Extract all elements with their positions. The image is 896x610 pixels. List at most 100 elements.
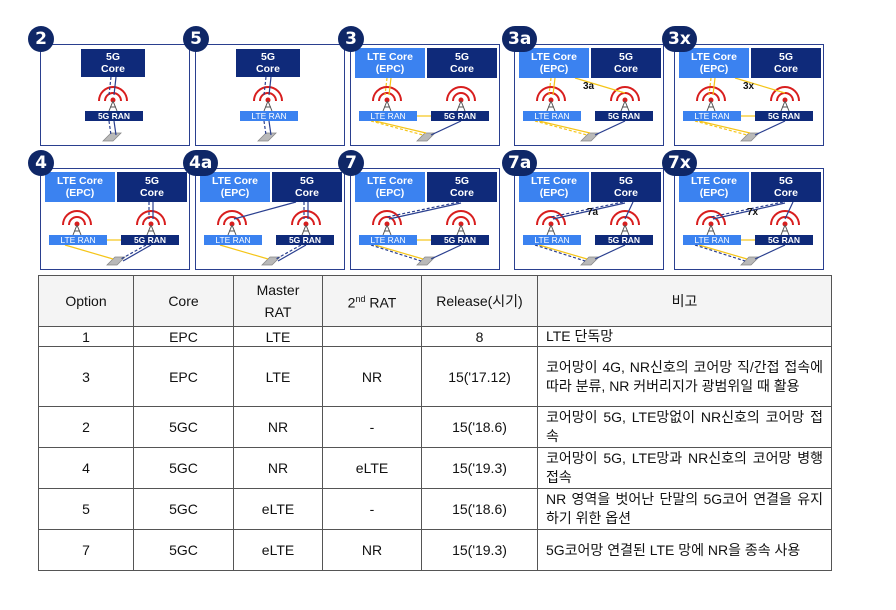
cell-master-rat: eLTE [233, 488, 323, 530]
link-line [694, 120, 748, 136]
user-device-icon [102, 132, 122, 142]
lte-core-box: LTE Core (EPC) [679, 172, 749, 202]
option-badge: 3 [338, 26, 364, 52]
cell-master-rat: LTE [233, 326, 323, 347]
antenna-tower-icon [696, 86, 726, 112]
option-panel-7a: LTE Core (EPC) 5G Core LTE RAN 5G RAN 7a [514, 168, 664, 270]
cell-second-rat: - [322, 488, 422, 530]
table-row: 2 5GC NR -15('18.6) 코어망이 5G, LTE망없이 NR신호의 코어… [38, 406, 832, 448]
cell-master-rat: NR [233, 447, 323, 489]
antenna-tower-icon [536, 86, 566, 112]
antenna-tower-icon [217, 210, 247, 236]
cell-note: 5G코어망 연결된 LTE 망에 NR을 종속 사용 [537, 529, 832, 571]
cell-core: 5GC [133, 529, 234, 571]
cell-master-rat: eLTE [233, 529, 323, 571]
options-table: Option Core Master RAT 2nd RAT Release(시… [38, 275, 832, 571]
antenna-tower-icon [372, 86, 402, 112]
link-line [538, 120, 591, 134]
cell-core: 5GC [133, 488, 234, 530]
option-panel-3a: LTE Core (EPC) 5G Core LTE RAN 5G RAN 3a [514, 44, 664, 146]
cell-note: 코어망이 5G, LTE망과 NR신호의 코어망 병행 접속 [537, 447, 832, 489]
5g-ran-label: 5G RAN [276, 235, 334, 245]
5g-core-box: 5G Core [427, 172, 497, 202]
5g-core-box: 5G Core [591, 172, 661, 202]
cell-master-rat: NR [233, 406, 323, 448]
antenna-tower-icon [446, 86, 476, 112]
antenna-tower-icon [770, 210, 800, 236]
lte-ran-label: LTE RAN [683, 111, 741, 121]
option-panel-3x: LTE Core (EPC) 5G Core LTE RAN 5G RAN 3x [674, 44, 824, 146]
option-panel-4a: LTE Core (EPC) 5G Core LTE RAN 5G RAN [195, 168, 345, 270]
antenna-tower-icon [372, 210, 402, 236]
antenna-tower-icon [536, 210, 566, 236]
link-line [698, 244, 748, 260]
lte-ran-label: LTE RAN [683, 235, 741, 245]
lte-ran-label: LTE RAN [523, 111, 581, 121]
cell-second-rat: - [322, 406, 422, 448]
link-line [754, 244, 786, 260]
header-release: Release(시기) [421, 275, 538, 327]
antenna-tower-icon [291, 210, 321, 236]
cell-second-rat: NR [322, 346, 422, 407]
table-row: 7 5GC eLTE NR 15('19.3) 5G코어망 연결된 LTE 망에 NR을 … [38, 529, 832, 571]
5g-core-box: 5G Core [81, 49, 145, 77]
option-badge: 2 [28, 26, 54, 52]
cell-second-rat: NR [322, 529, 422, 571]
5g-core-box: 5G Core [751, 48, 821, 78]
option-badge: 3x [662, 26, 697, 52]
5g-core-box: 5G Core [117, 172, 187, 202]
link-line [698, 120, 751, 134]
link-line [534, 120, 588, 136]
antenna-tower-icon [696, 210, 726, 236]
link-line [430, 120, 462, 136]
5g-ran-label: 5G RAN [431, 111, 489, 121]
header-master-rat: Master RAT [233, 275, 323, 327]
5g-ran-label: 5G RAN [595, 111, 653, 121]
cell-second-rat [322, 326, 422, 347]
5g-ran-label: 5G RAN [755, 235, 813, 245]
antenna-tower-icon [136, 210, 166, 236]
cell-release: 15('18.6) [421, 488, 538, 530]
link-label: 3a [583, 81, 595, 92]
cell-release: 15('18.6) [421, 406, 538, 448]
link-line [374, 120, 427, 134]
5g-ran-label: 5G RAN [85, 111, 143, 121]
option-panel-7x: LTE Core (EPC) 5G Core LTE RAN 5G RAN 7x [674, 168, 824, 270]
table-row: 4 5GC NR eLTE 15('19.3) 코어망이 5G, LTE망과 NR신호의 … [38, 447, 832, 489]
link-line [534, 244, 586, 262]
lte-ran-label: LTE RAN [359, 235, 417, 245]
antenna-tower-icon [62, 210, 92, 236]
table-row: 5 5GC eLTE -15('18.6) NR 영역을 벗어난 단말의 5G코어 연결… [38, 488, 832, 530]
link-line [594, 244, 626, 260]
cell-option: 4 [38, 447, 134, 489]
lte-core-box: LTE Core (EPC) [679, 48, 749, 78]
cell-note: NR 영역을 벗어난 단말의 5G코어 연결을 유지하기 위한 옵션 [537, 488, 832, 530]
lte-ran-label: LTE RAN [204, 235, 262, 245]
option-badge: 7 [338, 150, 364, 176]
5g-ran-label: 5G RAN [755, 111, 813, 121]
lte-core-box: LTE Core (EPC) [355, 172, 425, 202]
option-panel-2: 5G Core 5G RAN [40, 44, 190, 146]
link-line [64, 244, 114, 260]
antenna-tower-icon [446, 210, 476, 236]
5g-ran-label: 5G RAN [431, 235, 489, 245]
link-line [386, 201, 460, 218]
header-option: Option [38, 275, 134, 327]
antenna-tower-icon [98, 86, 128, 112]
lte-core-box: LTE Core (EPC) [45, 172, 115, 202]
5g-ran-label: 5G RAN [121, 235, 179, 245]
header-note: 비고 [537, 275, 832, 327]
option-badge: 4a [183, 150, 219, 176]
option-badge: 5 [183, 26, 209, 52]
cell-note: 코어망이 4G, NR신호의 코어망 직/간접 접속에 따라 분류, NR 커버… [537, 346, 832, 407]
antenna-tower-icon [253, 86, 283, 112]
user-device-icon [257, 132, 277, 142]
table-row: 3 EPC LTE NR 15('17.12) 코어망이 4G, NR신호의 코어망 직/… [38, 346, 832, 407]
cell-core: EPC [133, 346, 234, 407]
cell-note: 코어망이 5G, LTE망없이 NR신호의 코어망 접속 [537, 406, 832, 448]
table-row: 1 EPC LTE 8 LTE 단독망 [38, 326, 832, 347]
cell-core: EPC [133, 326, 234, 347]
link-line [594, 120, 626, 136]
link-line [263, 120, 267, 136]
lte-core-box: LTE Core (EPC) [200, 172, 270, 202]
